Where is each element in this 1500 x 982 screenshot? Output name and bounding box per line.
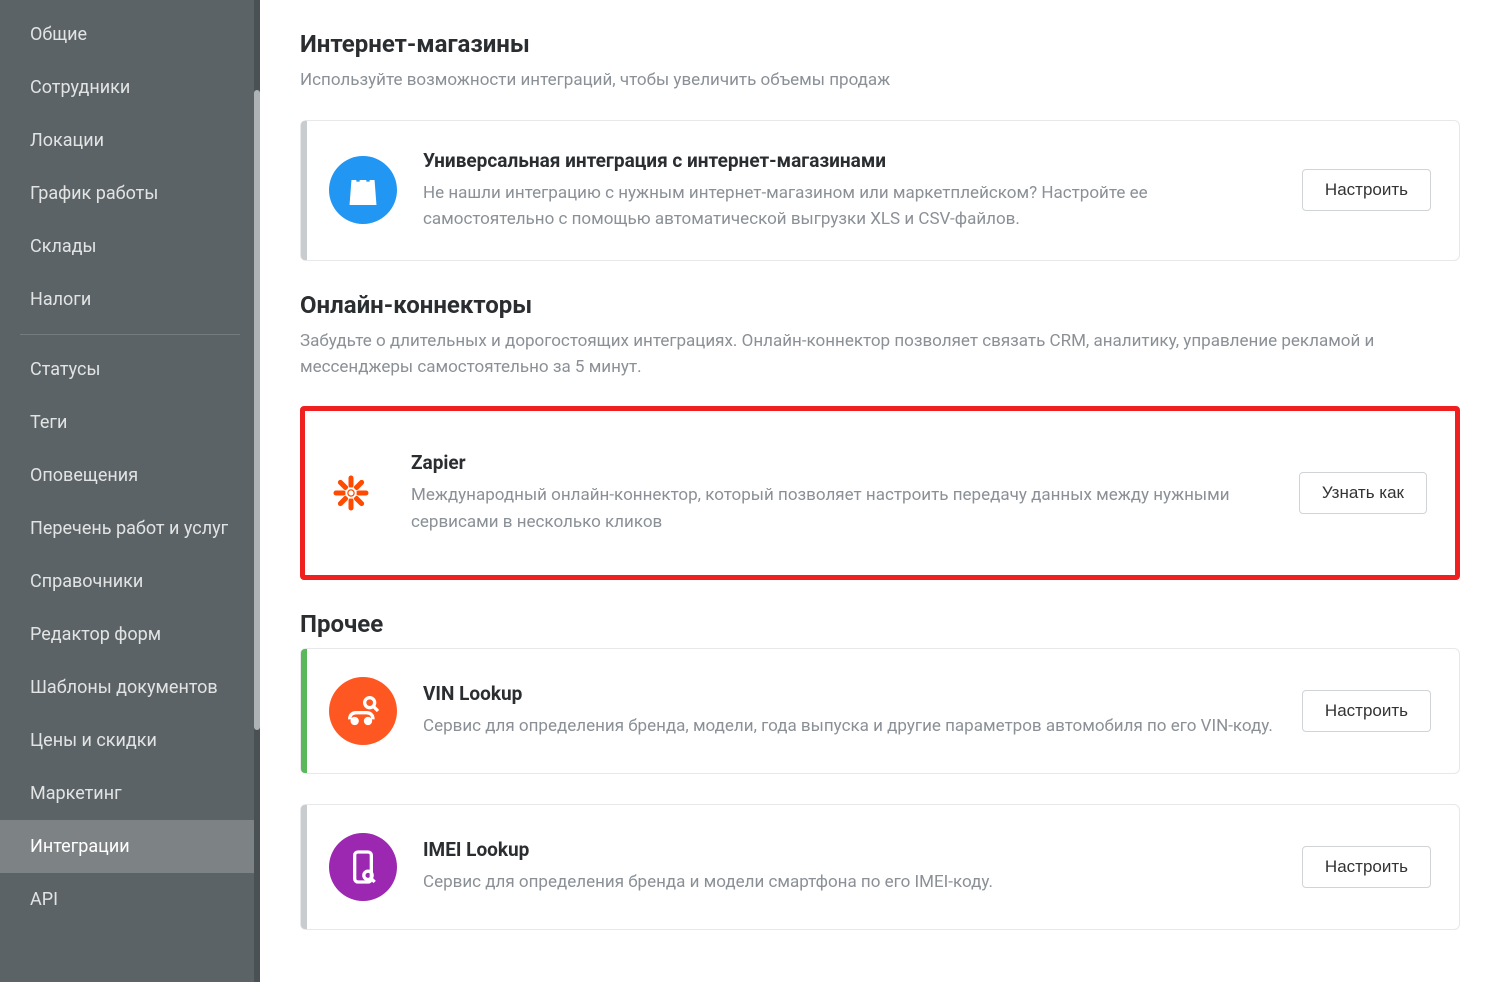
card-title: IMEI Lookup — [423, 838, 1282, 861]
sidebar-item-form-editor[interactable]: Редактор форм — [0, 608, 260, 661]
sidebar-item-marketing[interactable]: Маркетинг — [0, 767, 260, 820]
card-body: VIN Lookup Сервис для определения бренда… — [423, 682, 1302, 739]
card-status-bar — [301, 805, 307, 929]
card-status-bar — [301, 121, 307, 261]
card-desc: Международный онлайн-коннектор, который … — [411, 482, 1279, 535]
shopping-bag-icon — [329, 156, 397, 224]
phone-search-icon — [329, 833, 397, 901]
sidebar-divider — [20, 334, 240, 335]
main-content: Интернет-магазины Используйте возможност… — [260, 0, 1500, 982]
integration-card-universal-shop: Универсальная интеграция с интернет-мага… — [300, 120, 1460, 262]
sidebar-item-schedule[interactable]: График работы — [0, 167, 260, 220]
card-title: Универсальная интеграция с интернет-мага… — [423, 149, 1282, 172]
sidebar-item-statuses[interactable]: Статусы — [0, 343, 260, 396]
section-desc-connectors: Забудьте о длительных и дорогостоящих ин… — [300, 329, 1460, 380]
configure-button[interactable]: Настроить — [1302, 846, 1431, 888]
learn-how-button[interactable]: Узнать как — [1299, 472, 1427, 514]
card-body: Zapier Международный онлайн-коннектор, к… — [411, 451, 1299, 535]
section-desc-shops: Используйте возможности интеграций, чтоб… — [300, 68, 1460, 94]
section-title-connectors: Онлайн-коннекторы — [300, 291, 1460, 319]
sidebar-item-taxes[interactable]: Налоги — [0, 273, 260, 326]
card-body: IMEI Lookup Сервис для определения бренд… — [423, 838, 1302, 895]
sidebar-item-services[interactable]: Перечень работ и услуг — [0, 502, 260, 555]
integration-card-imei-lookup: IMEI Lookup Сервис для определения бренд… — [300, 804, 1460, 930]
card-desc: Сервис для определения бренда, модели, г… — [423, 713, 1282, 739]
card-status-bar — [301, 649, 307, 773]
card-desc: Не нашли интеграцию с нужным интернет-ма… — [423, 180, 1282, 233]
sidebar-item-tags[interactable]: Теги — [0, 396, 260, 449]
integration-card-vin-lookup: VIN Lookup Сервис для определения бренда… — [300, 648, 1460, 774]
sidebar-scrollbar-thumb[interactable] — [254, 90, 260, 730]
card-body: Универсальная интеграция с интернет-мага… — [423, 149, 1302, 233]
car-search-icon — [329, 677, 397, 745]
sidebar-item-doc-templates[interactable]: Шаблоны документов — [0, 661, 260, 714]
configure-button[interactable]: Настроить — [1302, 169, 1431, 211]
settings-sidebar: Общие Сотрудники Локации График работы С… — [0, 0, 260, 982]
section-title-other: Прочее — [300, 610, 1460, 638]
sidebar-item-general[interactable]: Общие — [0, 8, 260, 61]
zapier-icon — [317, 459, 385, 527]
sidebar-item-warehouses[interactable]: Склады — [0, 220, 260, 273]
card-title: VIN Lookup — [423, 682, 1282, 705]
sidebar-item-notifications[interactable]: Оповещения — [0, 449, 260, 502]
sidebar-item-prices[interactable]: Цены и скидки — [0, 714, 260, 767]
configure-button[interactable]: Настроить — [1302, 690, 1431, 732]
sidebar-item-locations[interactable]: Локации — [0, 114, 260, 167]
card-title: Zapier — [411, 451, 1279, 474]
sidebar-item-directories[interactable]: Справочники — [0, 555, 260, 608]
sidebar-item-integrations[interactable]: Интеграции — [0, 820, 260, 873]
sidebar-item-api[interactable]: API — [0, 873, 260, 926]
section-title-shops: Интернет-магазины — [300, 30, 1460, 58]
card-desc: Сервис для определения бренда и модели с… — [423, 869, 1282, 895]
sidebar-item-employees[interactable]: Сотрудники — [0, 61, 260, 114]
integration-card-zapier: Zapier Международный онлайн-коннектор, к… — [300, 406, 1460, 580]
